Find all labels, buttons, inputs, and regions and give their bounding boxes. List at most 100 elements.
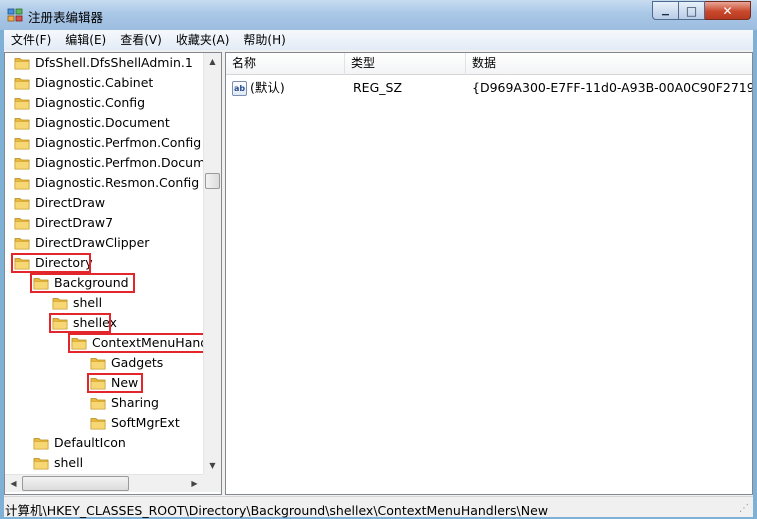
scroll-right-button[interactable]: ▶	[186, 475, 203, 492]
tree-node[interactable]: Directory	[5, 253, 203, 273]
folder-icon	[14, 158, 30, 170]
tree-node[interactable]: DirectDrawClipper	[5, 233, 203, 253]
tree-node-label: DirectDraw7	[35, 215, 114, 230]
tree-node[interactable]: Gadgets	[5, 353, 203, 373]
value-name: (默认)	[250, 80, 285, 95]
tree-node[interactable]: ◢shellex	[5, 313, 203, 333]
scroll-down-button[interactable]: ▼	[204, 457, 221, 474]
scroll-thumb[interactable]	[205, 173, 220, 189]
maximize-icon: □	[685, 3, 698, 18]
column-data[interactable]: 数据	[466, 53, 752, 75]
highlight-box	[68, 333, 203, 353]
tree-node[interactable]: Diagnostic.Document	[5, 113, 203, 133]
maximize-button[interactable]: □	[679, 1, 705, 20]
scroll-left-icon: ◀	[10, 479, 17, 488]
tree-vertical-scrollbar[interactable]: ▲ ▼	[203, 53, 221, 474]
folder-icon	[14, 58, 30, 70]
tree-node[interactable]: Diagnostic.Perfmon.Config	[5, 133, 203, 153]
resize-grip-icon[interactable]: ⋰	[739, 503, 751, 515]
folder-icon	[90, 398, 106, 410]
status-path: 计算机\HKEY_CLASSES_ROOT\Directory\Backgrou…	[5, 503, 549, 518]
tree-node[interactable]: Diagnostic.Config	[5, 93, 203, 113]
folder-icon	[14, 98, 30, 110]
scroll-down-icon: ▼	[209, 461, 216, 470]
folder-icon	[14, 78, 30, 90]
scrollbar-corner	[203, 474, 221, 492]
tree-node-label: Sharing	[111, 395, 159, 410]
highlight-box	[30, 273, 135, 293]
values-list[interactable]: 名称 类型 数据 ab (默认) REG_SZ {D969A300-E7FF-1…	[225, 52, 753, 495]
folder-icon	[33, 458, 49, 470]
menu-favorites[interactable]: 收藏夹(A)	[169, 30, 237, 50]
folder-icon	[14, 238, 30, 250]
client-area: DfsShell.DfsShellAdmin.1 Diagnostic.Cabin…	[4, 50, 753, 496]
tree-node-label: Diagnostic.Config	[35, 95, 146, 110]
tree-node-label: DirectDrawClipper	[35, 235, 150, 250]
folder-icon	[90, 418, 106, 430]
folder-icon	[52, 298, 68, 310]
close-icon: ✕	[722, 3, 733, 18]
status-bar: 计算机\HKEY_CLASSES_ROOT\Directory\Backgrou…	[4, 496, 753, 518]
tree-node-label: shell	[54, 455, 84, 470]
tree-horizontal-scrollbar[interactable]: ◀ ▶	[5, 474, 203, 492]
minimize-button[interactable]: ▁	[652, 1, 679, 20]
tree-node-label: shell	[73, 295, 103, 310]
scroll-up-icon: ▲	[209, 57, 216, 66]
tree-node[interactable]: DirectDraw7	[5, 213, 203, 233]
tree-rows: DfsShell.DfsShellAdmin.1 Diagnostic.Cabin…	[5, 53, 203, 474]
tree-node-label: DefaultIcon	[54, 435, 126, 450]
tree-node[interactable]: SoftMgrExt	[5, 413, 203, 433]
tree-node[interactable]: ▷shell	[5, 453, 203, 473]
tree-node-label: DirectDraw	[35, 195, 106, 210]
folder-icon	[90, 358, 106, 370]
tree-node-label: Diagnostic.Perfmon.Config	[35, 135, 202, 150]
scroll-right-icon: ▶	[191, 479, 198, 488]
menu-bar: 文件(F) 编辑(E) 查看(V) 收藏夹(A) 帮助(H)	[4, 30, 753, 50]
tree-node-label: Diagnostic.Cabinet	[35, 75, 154, 90]
menu-view[interactable]: 查看(V)	[113, 30, 169, 50]
scroll-up-button[interactable]: ▲	[204, 53, 221, 70]
folder-icon	[14, 118, 30, 130]
string-value-icon: ab	[232, 81, 247, 96]
menu-help[interactable]: 帮助(H)	[236, 30, 292, 50]
column-name[interactable]: 名称	[226, 53, 345, 75]
tree-node[interactable]: Diagnostic.Perfmon.Documen	[5, 153, 203, 173]
title-bar[interactable]: 注册表编辑器 ▁ □ ✕	[0, 0, 757, 30]
tree-node[interactable]: New	[5, 373, 203, 393]
menu-file[interactable]: 文件(F)	[4, 30, 58, 50]
scroll-left-button[interactable]: ◀	[5, 475, 22, 492]
value-data: {D969A300-E7FF-11d0-A93B-00A0C90F2719}	[472, 80, 753, 95]
tree-node-label: Gadgets	[111, 355, 164, 370]
tree-node[interactable]: ▷shell	[5, 293, 203, 313]
tree-node[interactable]: DefaultIcon	[5, 433, 203, 453]
close-button[interactable]: ✕	[705, 1, 751, 20]
tree-node[interactable]: ◢Background	[5, 273, 203, 293]
tree-node[interactable]: Diagnostic.Cabinet	[5, 73, 203, 93]
tree-node-label: Diagnostic.Resmon.Config	[35, 175, 200, 190]
tree-node-label: DfsShell.DfsShellAdmin.1	[35, 55, 193, 70]
folder-icon	[33, 438, 49, 450]
tree-node-label: SoftMgrExt	[111, 415, 180, 430]
window-title: 注册表编辑器	[28, 10, 104, 25]
folder-icon	[14, 178, 30, 190]
highlight-box	[11, 253, 91, 273]
list-row[interactable]: ab (默认) REG_SZ {D969A300-E7FF-11d0-A93B-…	[226, 78, 753, 98]
folder-icon	[14, 138, 30, 150]
tree-node[interactable]: Diagnostic.Resmon.Config	[5, 173, 203, 193]
tree-node[interactable]: Sharing	[5, 393, 203, 413]
menu-edit[interactable]: 编辑(E)	[58, 30, 113, 50]
column-type[interactable]: 类型	[345, 53, 466, 75]
list-header: 名称 类型 数据	[226, 53, 752, 75]
highlight-box	[87, 373, 143, 393]
tree-node[interactable]: DirectDraw	[5, 193, 203, 213]
highlight-box	[49, 313, 111, 333]
tree-node-label: Diagnostic.Document	[35, 115, 170, 130]
regedit-icon	[7, 8, 23, 22]
folder-icon	[14, 198, 30, 210]
tree-node[interactable]: DfsShell.DfsShellAdmin.1	[5, 53, 203, 73]
tree-node[interactable]: ◢ContextMenuHandle	[5, 333, 203, 353]
tree-node-label: Diagnostic.Perfmon.Documen	[35, 155, 203, 170]
registry-tree[interactable]: DfsShell.DfsShellAdmin.1 Diagnostic.Cabin…	[4, 52, 222, 495]
horizontal-scroll-thumb[interactable]	[22, 476, 129, 491]
folder-icon	[14, 218, 30, 230]
